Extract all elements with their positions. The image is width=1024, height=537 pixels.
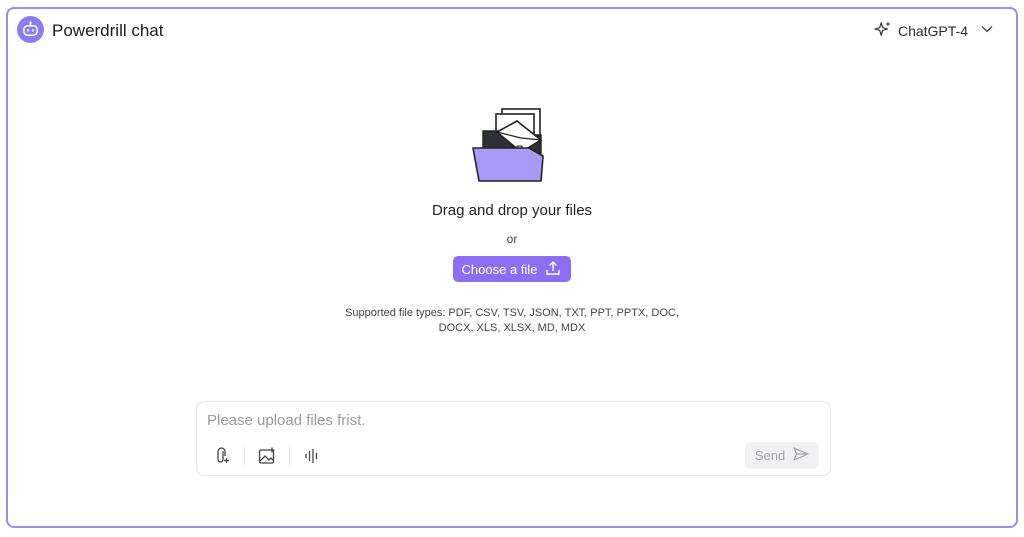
chat-input-box: Send (196, 401, 831, 476)
chevron-down-icon[interactable] (980, 22, 994, 41)
supported-line-1: Supported file types: PDF, CSV, TSV, JSO… (345, 307, 679, 319)
app-window: Powerdrill chat ChatGPT-4 Drag and drop … (6, 7, 1018, 528)
message-input[interactable] (207, 412, 807, 429)
model-label: ChatGPT-4 (897, 23, 968, 39)
toolbar-divider (289, 447, 290, 465)
or-divider-text: or (506, 232, 518, 246)
file-dropzone[interactable]: Drag and drop your files or Choose a fil… (8, 104, 1016, 336)
input-toolbar (212, 445, 322, 467)
sparkle-icon (874, 20, 892, 43)
supported-line-2: DOCX, XLS, XLSX, MD, MDX (438, 322, 586, 334)
supported-file-types: Supported file types: PDF, CSV, TSV, JSO… (322, 306, 702, 336)
app-title: Powerdrill chat (52, 21, 164, 40)
send-label: Send (754, 448, 786, 463)
choose-file-button[interactable]: Choose a file (452, 256, 572, 282)
robot-icon (17, 16, 44, 43)
toolbar-divider (244, 447, 245, 465)
header: Powerdrill chat ChatGPT-4 (8, 9, 1016, 53)
send-icon (793, 447, 809, 464)
add-image-icon[interactable] (257, 446, 277, 466)
model-selector[interactable]: ChatGPT-4 (874, 20, 994, 42)
send-button[interactable]: Send (745, 442, 819, 469)
folder-files-icon (471, 104, 553, 182)
voice-wave-icon[interactable] (302, 446, 322, 466)
dropzone-title: Drag and drop your files (431, 202, 593, 219)
choose-file-label: Choose a file (461, 261, 538, 277)
upload-icon (545, 260, 561, 279)
attach-file-icon[interactable] (212, 446, 232, 466)
